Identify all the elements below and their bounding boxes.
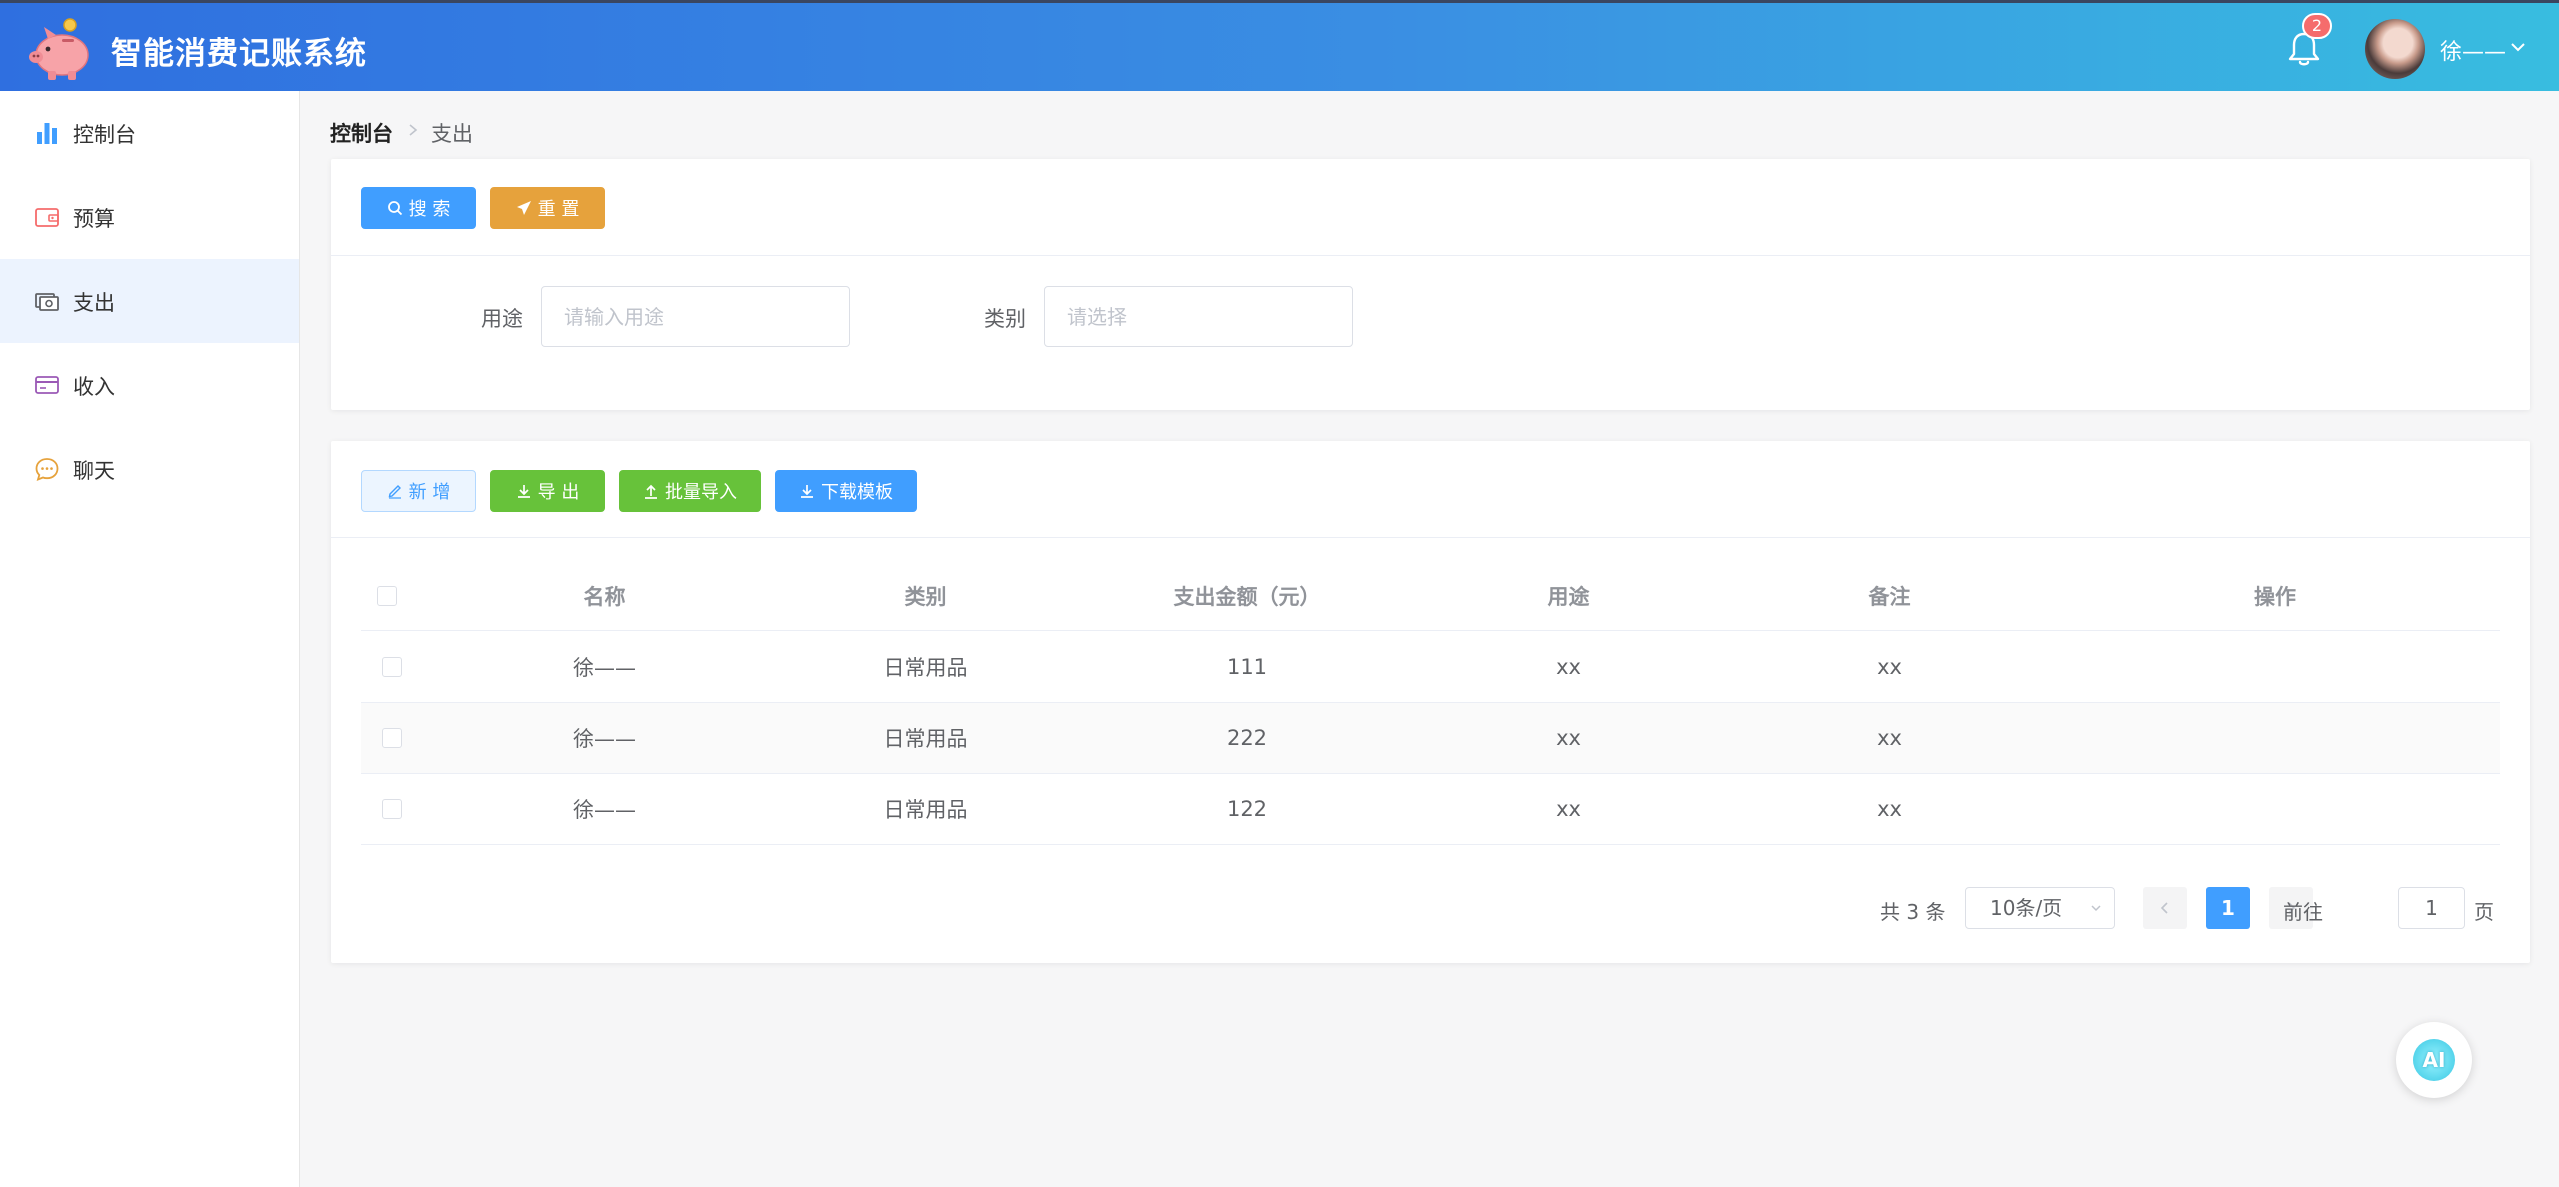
sidebar-item-label: 收入 <box>73 375 115 399</box>
cell-purpose: xx <box>1556 655 1581 679</box>
reset-button-label: 重 置 <box>537 199 580 220</box>
cell-category: 日常用品 <box>883 798 968 822</box>
cell-remark: xx <box>1877 655 1902 679</box>
column-header[interactable]: 备注 <box>1729 561 2050 630</box>
add-button-label: 新 增 <box>408 482 451 503</box>
chevron-left-icon <box>2160 902 2168 914</box>
column-header[interactable]: 名称 <box>444 561 765 630</box>
edit-icon <box>388 485 401 499</box>
sidebar-item-chat[interactable]: 聊天 <box>0 427 299 511</box>
cell-amount: 111 <box>1226 655 1268 679</box>
column-header[interactable]: 类别 <box>765 561 1086 630</box>
batch-import-button[interactable]: 批量导入 <box>619 470 761 512</box>
table-row[interactable]: 徐—— 日常用品 111 xx xx <box>361 632 2500 703</box>
download-icon <box>517 485 530 498</box>
chevron-right-icon <box>409 124 418 136</box>
row-checkbox[interactable] <box>382 657 402 677</box>
goto-prefix: 前往 <box>2283 900 2323 924</box>
top-header: 智能消费记账系统 2 徐—— <box>0 0 2559 91</box>
breadcrumb-root[interactable]: 控制台 <box>330 118 393 148</box>
search-card: 搜 索 重 置 用途 类别 <box>331 159 2530 410</box>
money-icon <box>35 293 59 311</box>
card-divider <box>331 255 2530 256</box>
cell-actions <box>2050 774 2500 844</box>
search-icon <box>387 201 402 216</box>
piggy-bank-logo-icon <box>29 18 89 80</box>
search-button[interactable]: 搜 索 <box>361 187 476 229</box>
row-checkbox[interactable] <box>382 799 402 819</box>
sidebar-item-label: 控制台 <box>73 123 136 147</box>
goto-suffix: 页 <box>2474 900 2494 924</box>
table-header: 名称 类别 支出金额（元） 用途 备注 操作 <box>361 561 2500 631</box>
export-button-label: 导 出 <box>537 482 580 503</box>
purpose-label: 用途 <box>481 307 523 331</box>
ai-icon: AI <box>2413 1039 2455 1081</box>
cell-category: 日常用品 <box>883 656 968 680</box>
category-select[interactable] <box>1044 286 1353 347</box>
purpose-input[interactable] <box>541 286 850 347</box>
goto-page-input[interactable] <box>2398 887 2465 929</box>
cell-name: 徐—— <box>573 727 636 751</box>
bar-chart-icon <box>37 123 57 144</box>
chevron-down-icon <box>2091 905 2101 912</box>
page-number-current[interactable]: 1 <box>2206 887 2250 929</box>
sidebar-item-label: 支出 <box>73 291 115 315</box>
cell-category: 日常用品 <box>883 727 968 751</box>
add-button[interactable]: 新 增 <box>361 470 476 512</box>
cell-amount: 222 <box>1226 726 1268 750</box>
cell-purpose: xx <box>1556 726 1581 750</box>
sidebar-item-budget[interactable]: 预算 <box>0 175 299 259</box>
send-icon <box>516 201 531 215</box>
avatar[interactable] <box>2365 19 2425 79</box>
pagination-total: 共 3 条 <box>1880 900 1946 924</box>
sidebar-item-label: 预算 <box>73 207 115 231</box>
reset-button[interactable]: 重 置 <box>490 187 605 229</box>
username[interactable]: 徐—— <box>2440 34 2506 66</box>
download-icon <box>801 485 813 498</box>
table-card: 新 增 导 出 批量导入 下载模板 名称 类别 支出金额（元） 用途 备注 操作… <box>331 441 2530 963</box>
sidebar-item-label: 聊天 <box>73 459 115 483</box>
column-header[interactable]: 用途 <box>1408 561 1729 630</box>
prev-page-button[interactable] <box>2143 887 2187 929</box>
category-label: 类别 <box>984 307 1026 331</box>
search-button-label: 搜 索 <box>408 199 451 220</box>
column-header[interactable]: 支出金额（元） <box>1086 561 1408 630</box>
page-size-select[interactable]: 10条/页 <box>1965 887 2115 929</box>
cell-name: 徐—— <box>573 656 636 680</box>
table-row[interactable]: 徐—— 日常用品 122 xx xx <box>361 774 2500 845</box>
cell-remark: xx <box>1877 797 1902 821</box>
cell-purpose: xx <box>1556 797 1581 821</box>
chevron-down-icon[interactable] <box>2510 39 2526 55</box>
upload-icon <box>645 484 657 499</box>
cell-remark: xx <box>1877 726 1902 750</box>
batch-import-button-label: 批量导入 <box>665 482 737 503</box>
export-button[interactable]: 导 出 <box>490 470 605 512</box>
cell-name: 徐—— <box>573 798 636 822</box>
card-divider <box>331 537 2530 538</box>
breadcrumb-current: 支出 <box>431 122 473 146</box>
select-all-checkbox[interactable] <box>377 586 397 606</box>
cell-actions <box>2050 703 2500 773</box>
cell-amount: 122 <box>1226 797 1268 821</box>
cell-actions <box>2050 632 2500 702</box>
page-size-value: 10条/页 <box>1990 896 2063 920</box>
row-checkbox[interactable] <box>382 728 402 748</box>
sidebar-item-income[interactable]: 收入 <box>0 343 299 427</box>
card-icon <box>35 376 59 394</box>
sidebar-item-dashboard[interactable]: 控制台 <box>0 91 299 175</box>
sidebar-item-expense[interactable]: 支出 <box>0 259 299 343</box>
chat-icon <box>35 458 59 482</box>
download-template-button-label: 下载模板 <box>821 482 893 503</box>
ai-assistant-button[interactable]: AI <box>2396 1022 2472 1098</box>
app-title: 智能消费记账系统 <box>111 36 367 72</box>
wallet-icon <box>35 208 59 227</box>
sidebar: 控制台 预算 支出 收入 聊天 <box>0 91 300 1187</box>
table-row[interactable]: 徐—— 日常用品 222 xx xx <box>361 703 2500 774</box>
column-header[interactable]: 操作 <box>2050 561 2500 630</box>
notification-badge: 2 <box>2302 13 2332 39</box>
download-template-button[interactable]: 下载模板 <box>775 470 917 512</box>
